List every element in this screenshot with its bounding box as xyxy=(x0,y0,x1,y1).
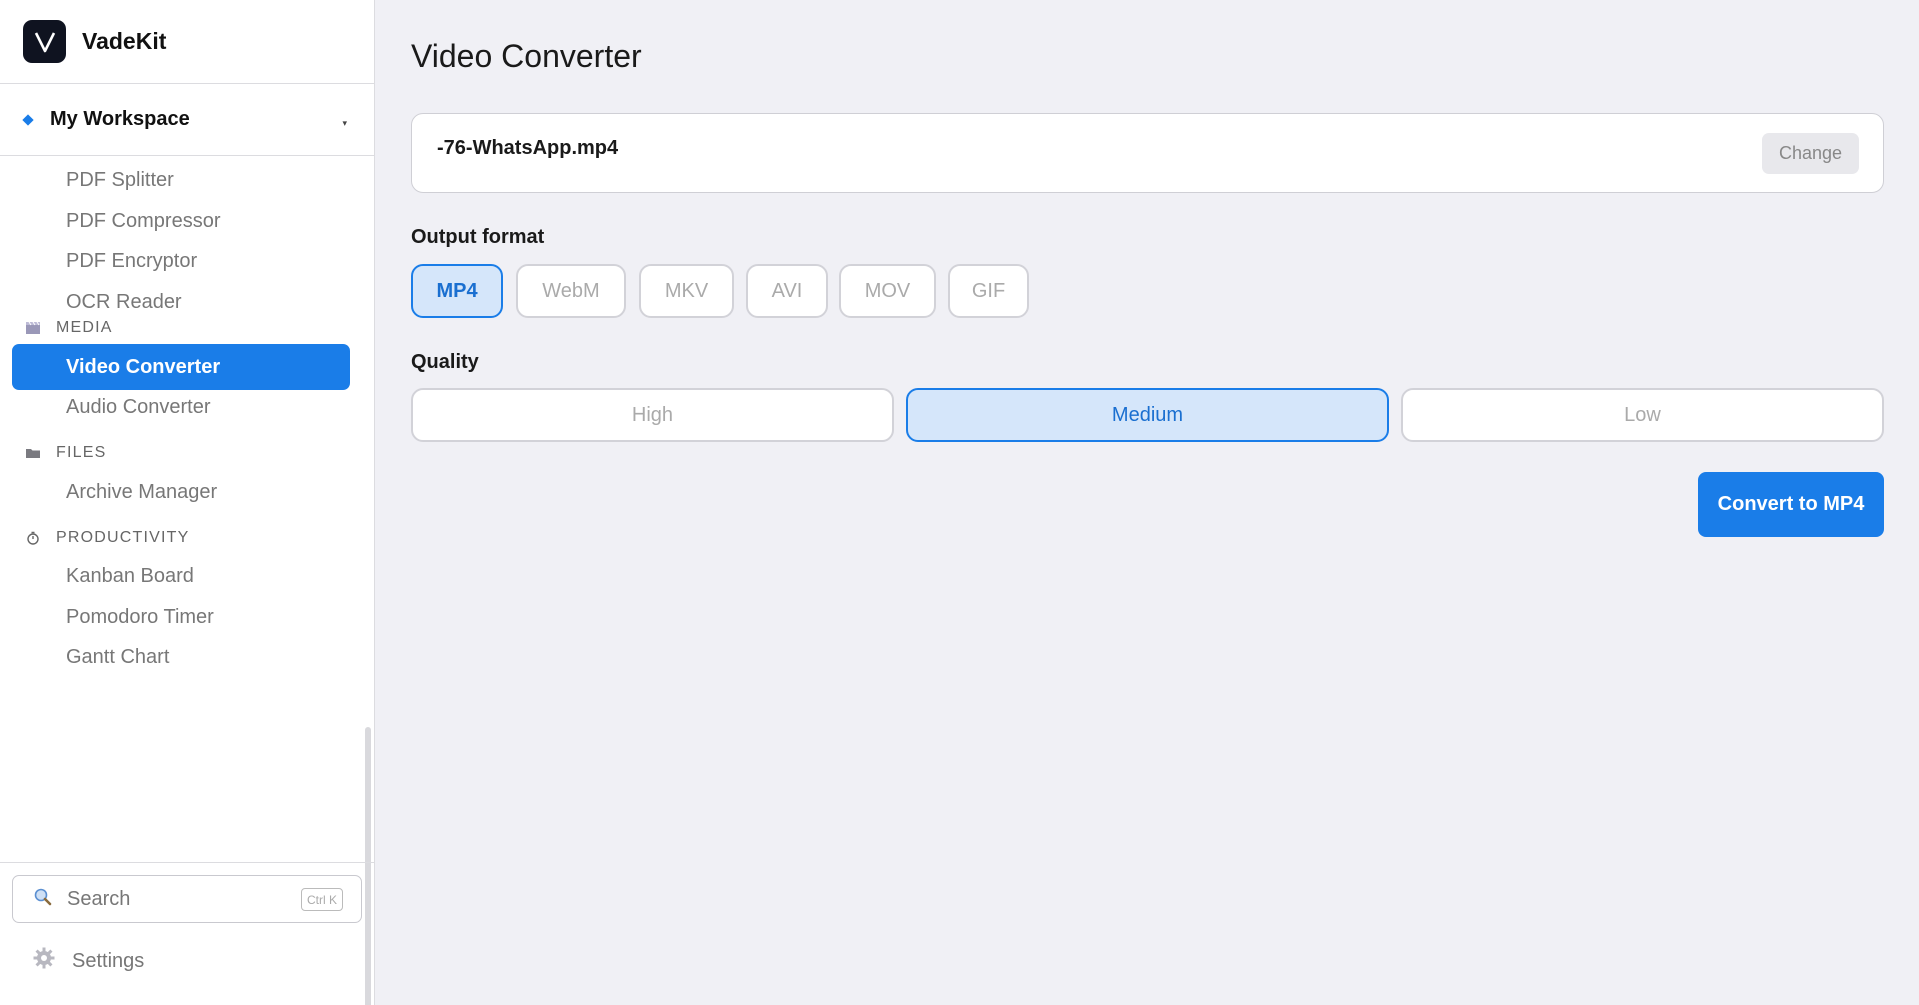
search-input[interactable]: Search Ctrl K xyxy=(12,875,362,923)
sidebar-item-pdf-encryptor[interactable]: PDF Encryptor xyxy=(12,238,350,284)
format-option-mkv[interactable]: MKV xyxy=(639,264,734,318)
workspace-selector[interactable]: My Workspace ▾ xyxy=(0,84,374,156)
workspace-label: My Workspace xyxy=(50,108,190,130)
search-icon xyxy=(33,887,53,912)
clapperboard-icon xyxy=(25,321,41,335)
section-files: FILES xyxy=(25,444,106,462)
format-option-gif[interactable]: GIF xyxy=(948,264,1029,318)
sidebar-nav: PDF Splitter PDF Compressor PDF Encrypto… xyxy=(0,157,374,1005)
search-shortcut-badge: Ctrl K xyxy=(301,888,343,911)
workspace-diamond-icon xyxy=(22,113,34,126)
sidebar-item-kanban-board[interactable]: Kanban Board xyxy=(12,553,350,599)
format-option-mp4[interactable]: MP4 xyxy=(411,264,503,318)
vadekit-logo-icon xyxy=(23,20,66,63)
sidebar: VadeKit My Workspace ▾ PDF Splitter PDF … xyxy=(0,0,375,1005)
format-option-mov[interactable]: MOV xyxy=(839,264,936,318)
quality-option-low[interactable]: Low xyxy=(1401,388,1884,442)
settings-label: Settings xyxy=(72,949,145,972)
sidebar-footer: Search Ctrl K Settings xyxy=(0,862,374,1005)
folder-icon xyxy=(25,446,41,460)
main-content: Video Converter -76-WhatsApp.mp4 Change … xyxy=(375,0,1919,1005)
search-placeholder: Search xyxy=(67,887,131,910)
section-media-label: MEDIA xyxy=(56,319,113,336)
sidebar-item-pdf-splitter[interactable]: PDF Splitter xyxy=(12,157,350,203)
format-option-avi[interactable]: AVI xyxy=(746,264,828,318)
quality-label: Quality xyxy=(411,351,479,373)
convert-button[interactable]: Convert to MP4 xyxy=(1698,472,1884,537)
sidebar-item-archive-manager[interactable]: Archive Manager xyxy=(12,469,350,515)
brand-header: VadeKit xyxy=(0,0,374,84)
format-option-webm[interactable]: WebM xyxy=(516,264,626,318)
change-file-button[interactable]: Change xyxy=(1762,133,1859,174)
section-media: MEDIA xyxy=(25,319,113,337)
chevron-down-icon: ▾ xyxy=(342,118,347,128)
file-name: -76-WhatsApp.mp4 xyxy=(437,137,619,159)
output-format-label: Output format xyxy=(411,226,545,248)
selected-file-box: -76-WhatsApp.mp4 Change xyxy=(411,113,1884,193)
section-files-label: FILES xyxy=(56,444,107,461)
stopwatch-icon xyxy=(25,531,41,545)
section-productivity: PRODUCTIVITY xyxy=(25,529,190,547)
settings-button[interactable]: Settings xyxy=(32,941,144,981)
section-productivity-label: PRODUCTIVITY xyxy=(56,529,190,546)
sidebar-item-audio-converter[interactable]: Audio Converter xyxy=(12,384,350,430)
sidebar-item-gantt-chart[interactable]: Gantt Chart xyxy=(12,634,350,680)
quality-option-medium[interactable]: Medium xyxy=(906,388,1389,442)
brand-name: VadeKit xyxy=(82,28,167,54)
page-title: Video Converter xyxy=(411,38,642,74)
quality-option-high[interactable]: High xyxy=(411,388,894,442)
gear-icon xyxy=(32,946,56,976)
